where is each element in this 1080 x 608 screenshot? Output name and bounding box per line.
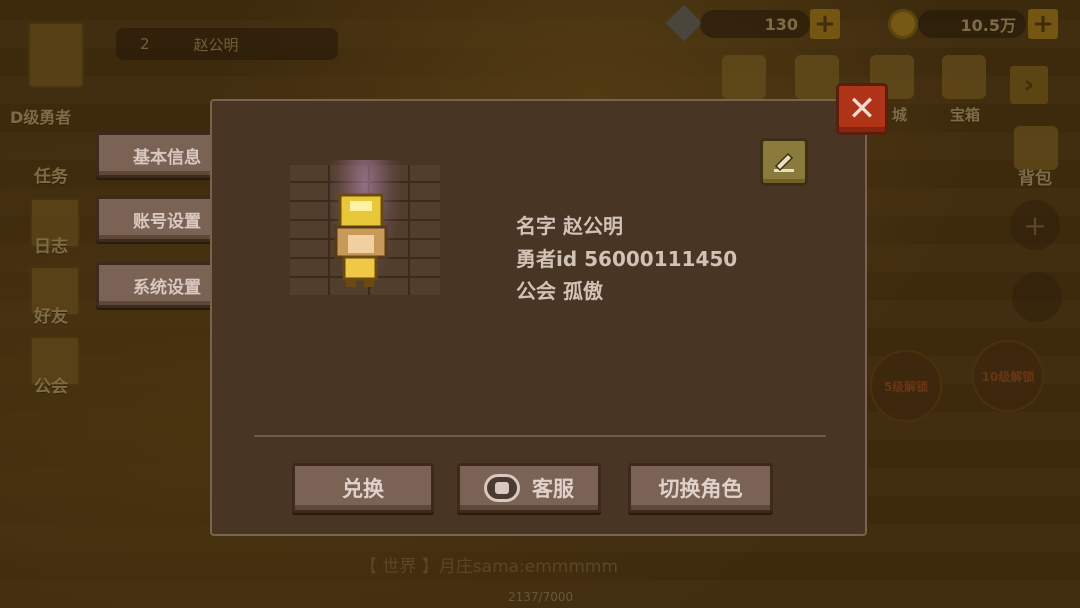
id-row: 勇者id 56000111450: [516, 243, 737, 272]
pencil-icon: [774, 152, 794, 172]
headset-icon: [484, 474, 520, 502]
redeem-label: 兑换: [342, 477, 384, 501]
name-value: 赵公明: [562, 214, 623, 238]
guild-value: 孤傲: [562, 279, 603, 303]
edit-profile-button[interactable]: [760, 138, 808, 186]
divider: [254, 435, 826, 437]
support-button[interactable]: 客服: [457, 463, 601, 513]
guild-label: 公会: [516, 279, 556, 303]
hero-sprite-icon: [334, 193, 388, 287]
redeem-button[interactable]: 兑换: [292, 463, 434, 513]
switch-role-button[interactable]: 切换角色: [628, 463, 773, 513]
close-icon: ✕: [847, 89, 877, 129]
name-label: 名字: [516, 214, 556, 238]
name-row: 名字 赵公明: [516, 210, 623, 239]
id-value: 56000111450: [584, 247, 738, 271]
switch-role-label: 切换角色: [658, 477, 743, 501]
support-label: 客服: [532, 477, 574, 501]
id-label: 勇者id: [516, 247, 578, 271]
guild-row: 公会 孤傲: [516, 275, 603, 304]
close-button[interactable]: ✕: [836, 83, 888, 135]
hero-portrait: [290, 160, 440, 295]
